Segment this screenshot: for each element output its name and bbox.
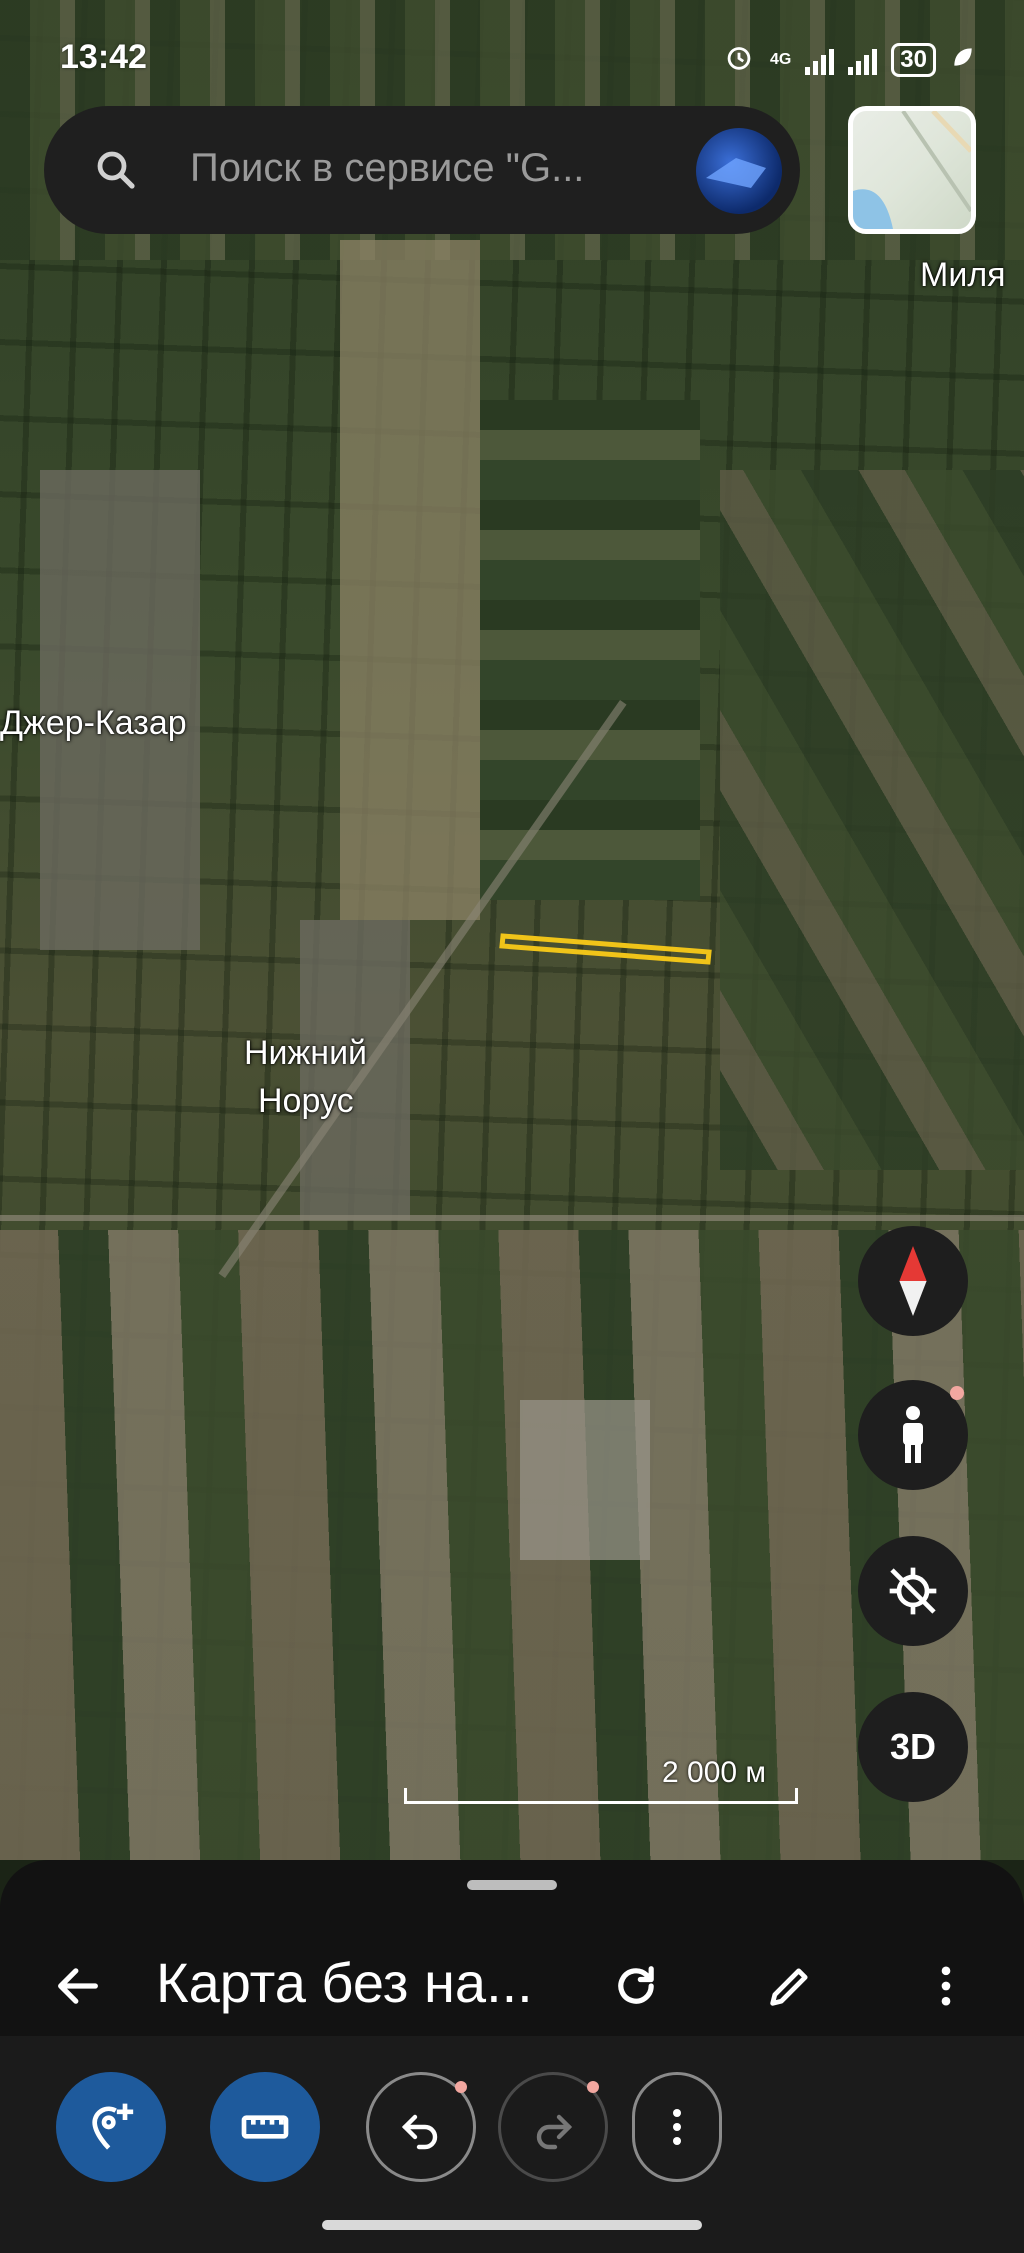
- search-bar[interactable]: Поиск в сервисе "G...: [44, 106, 800, 234]
- arrow-back-icon: [58, 1968, 98, 2004]
- more-vert-icon: [941, 1966, 951, 2006]
- 3d-button[interactable]: 3D: [858, 1692, 968, 1802]
- measure-button[interactable]: [210, 2072, 320, 2182]
- alarm-icon: [722, 40, 756, 80]
- edit-button[interactable]: [764, 1960, 816, 2017]
- place-label-nizhniy-line2: Норус: [258, 1082, 354, 1120]
- back-button[interactable]: [52, 1960, 104, 2017]
- undo-icon: [401, 2114, 438, 2150]
- avatar[interactable]: [696, 128, 782, 214]
- leaf-icon: [950, 44, 976, 76]
- search-icon: [97, 151, 135, 189]
- signal-icon: [805, 45, 835, 75]
- add-place-icon: [92, 2103, 134, 2150]
- more-vert-icon: [673, 2109, 681, 2145]
- search-input[interactable]: Поиск в сервисе "G...: [190, 146, 584, 191]
- redo-icon: [536, 2114, 573, 2150]
- bottom-sheet: Карта без на...: [0, 1860, 1024, 2253]
- notification-dot: [950, 1386, 964, 1400]
- refresh-icon: [618, 1966, 654, 2004]
- status-icons: 4G 30: [722, 40, 976, 80]
- signal-icon: [848, 45, 878, 75]
- ruler-icon: [241, 2115, 289, 2139]
- battery-level: 30: [891, 43, 936, 77]
- notification-dot: [587, 2081, 599, 2093]
- redo-button[interactable]: [498, 2072, 608, 2182]
- undo-button[interactable]: [366, 2072, 476, 2182]
- scale-label: 2 000 м: [662, 1756, 767, 1789]
- status-time: 13:42: [60, 38, 147, 76]
- home-indicator[interactable]: [322, 2220, 702, 2230]
- refresh-button[interactable]: [610, 1960, 662, 2017]
- status-bar: 13:42 4G 30: [0, 0, 1024, 110]
- network-type: 4G: [769, 51, 792, 68]
- place-label-nizhniy-line1: Нижний: [244, 1034, 368, 1072]
- my-location-button[interactable]: [858, 1536, 968, 1646]
- scale-bar: [404, 1788, 798, 1804]
- pencil-icon: [770, 1968, 808, 2006]
- notification-dot: [455, 2081, 467, 2093]
- more-options-button[interactable]: [920, 1960, 972, 2017]
- compass-icon: [899, 1246, 927, 1316]
- more-tools-button[interactable]: [632, 2072, 722, 2182]
- layers-button[interactable]: [848, 106, 976, 234]
- street-view-button[interactable]: [858, 1380, 968, 1490]
- drag-handle[interactable]: [467, 1880, 557, 1890]
- place-label-miliya: Миля: [920, 256, 1006, 294]
- compass-button[interactable]: [858, 1226, 968, 1336]
- pegman-icon: [903, 1406, 923, 1463]
- 3d-label: 3D: [889, 1726, 937, 1767]
- map-title[interactable]: Карта без на...: [156, 1950, 533, 2015]
- place-label-dzher-kazar: Джер-Казар: [0, 704, 187, 742]
- add-place-button[interactable]: [56, 2072, 166, 2182]
- location-off-icon: [889, 1567, 937, 1615]
